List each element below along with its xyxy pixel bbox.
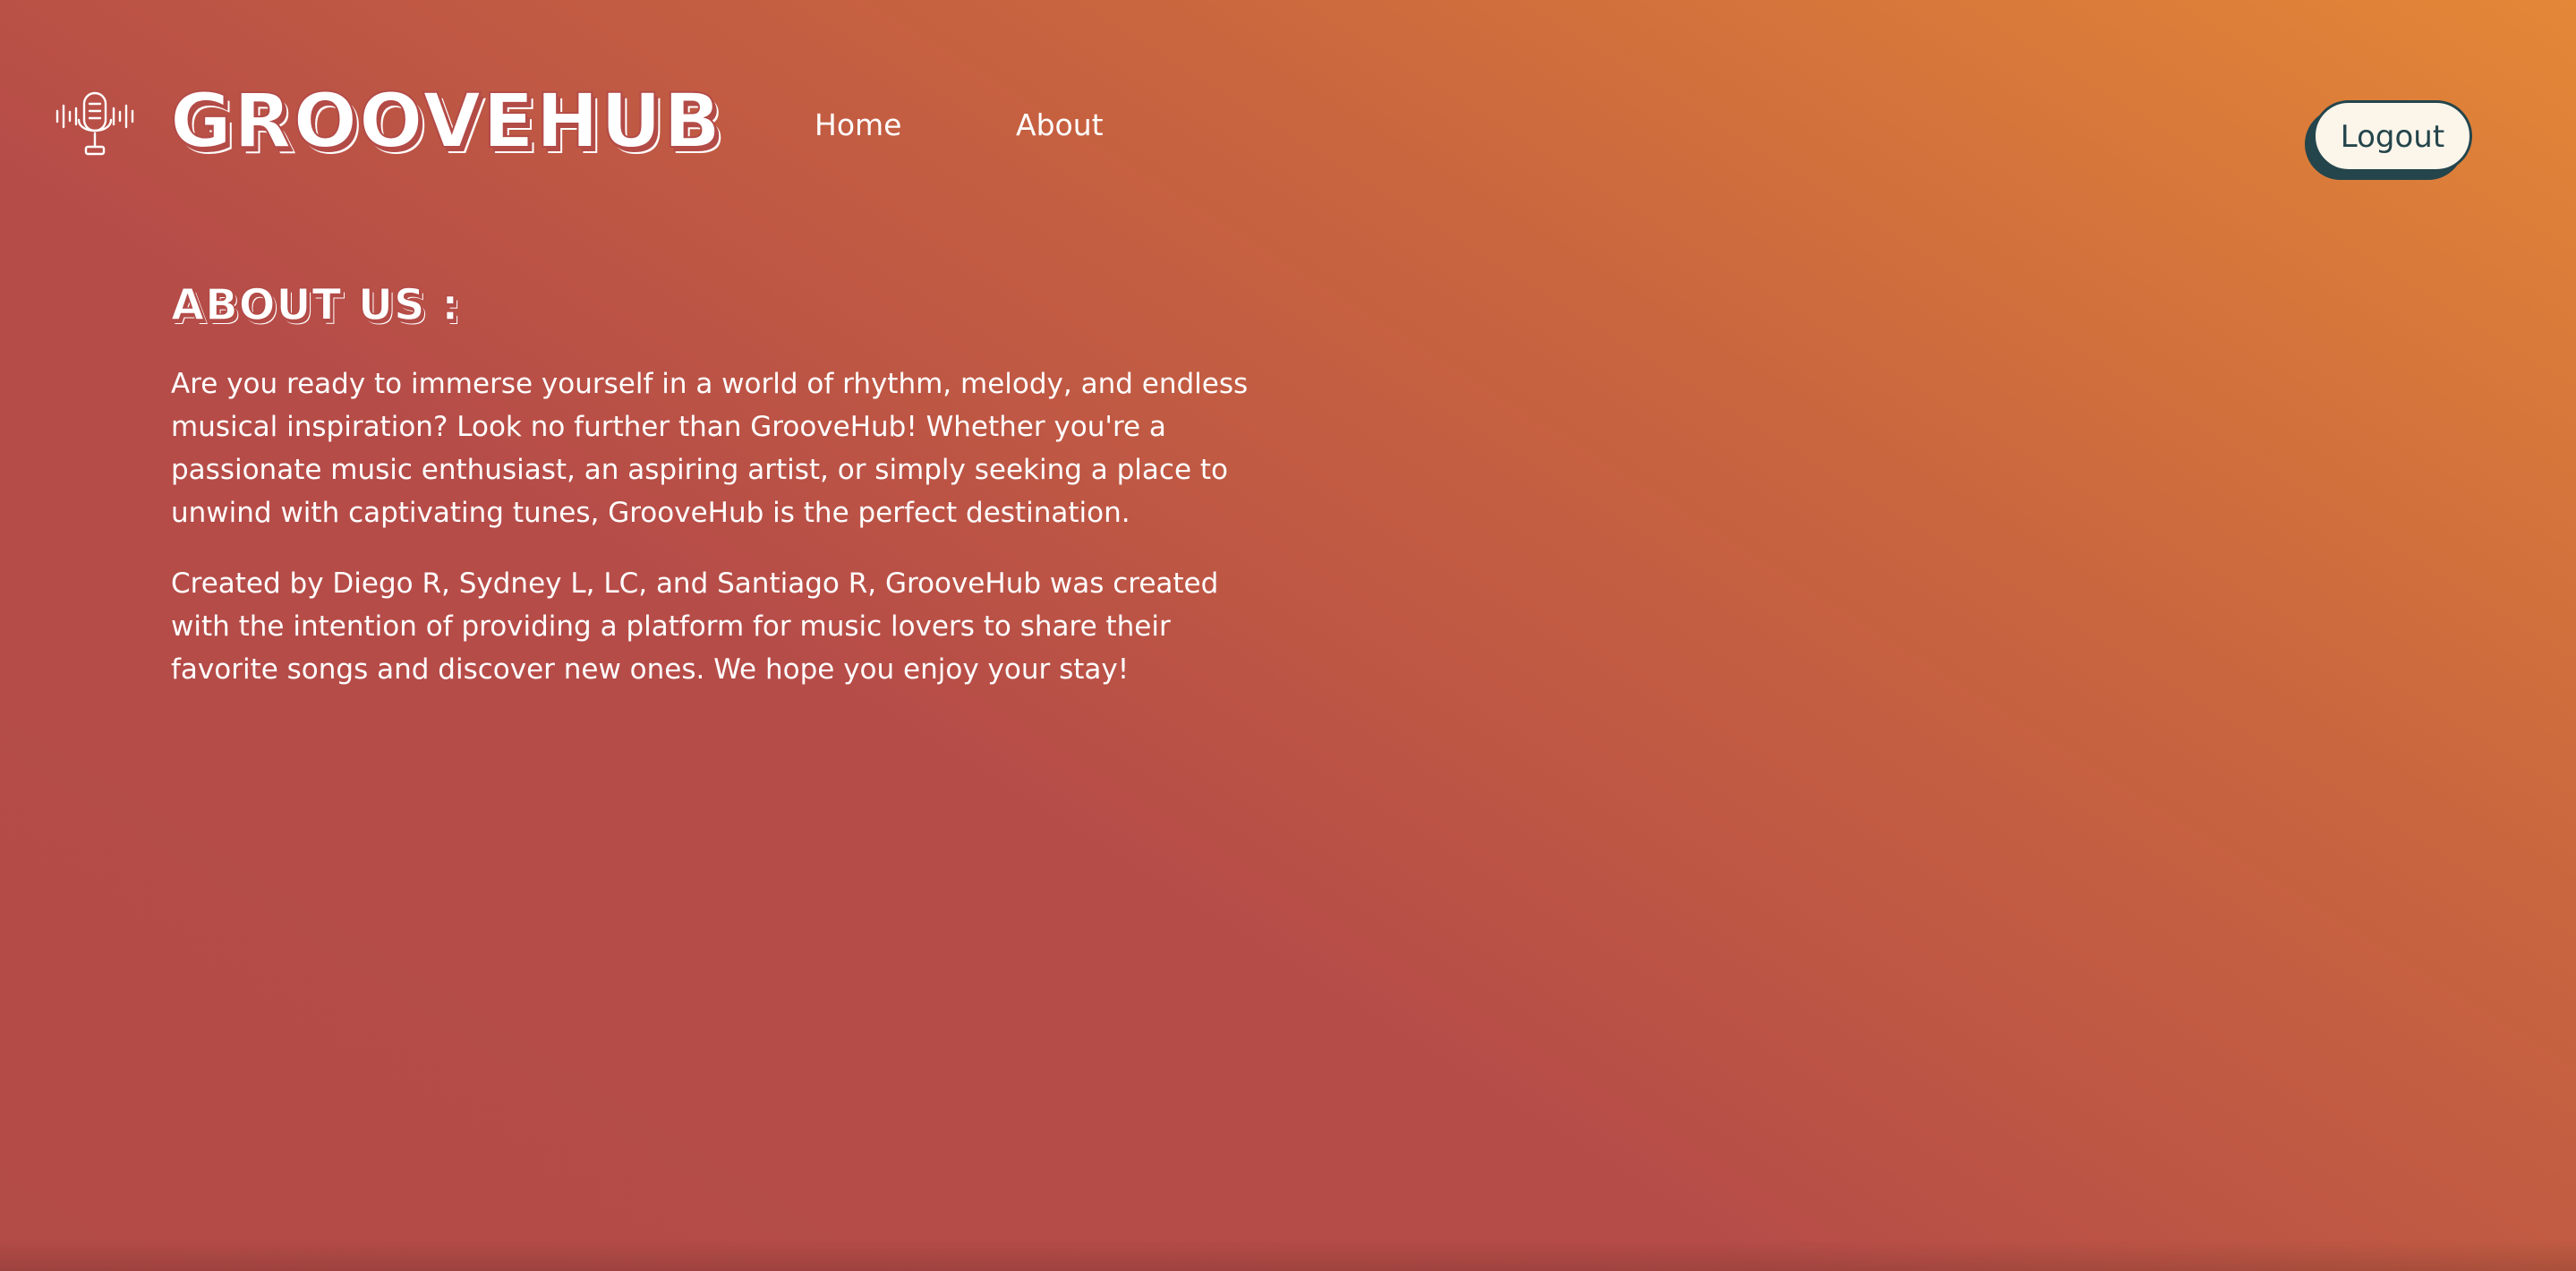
bottom-shade — [0, 1239, 2576, 1271]
site-header: GROOVEHUB Home About Logout — [0, 0, 2576, 215]
nav-about-link[interactable]: About — [1016, 106, 1104, 145]
microphone-soundwave-icon[interactable] — [54, 88, 136, 163]
nav-home-link[interactable]: Home — [815, 106, 901, 145]
page-title: ABOUT US : — [170, 279, 460, 331]
logout-button[interactable]: Logout — [2313, 100, 2472, 172]
brand-logo-text[interactable]: GROOVEHUB — [169, 80, 722, 162]
about-paragraph-intro: Are you ready to immerse yourself in a w… — [171, 368, 1249, 529]
about-paragraph-creators: Created by Diego R, Sydney L, LC, and Sa… — [171, 567, 1219, 686]
